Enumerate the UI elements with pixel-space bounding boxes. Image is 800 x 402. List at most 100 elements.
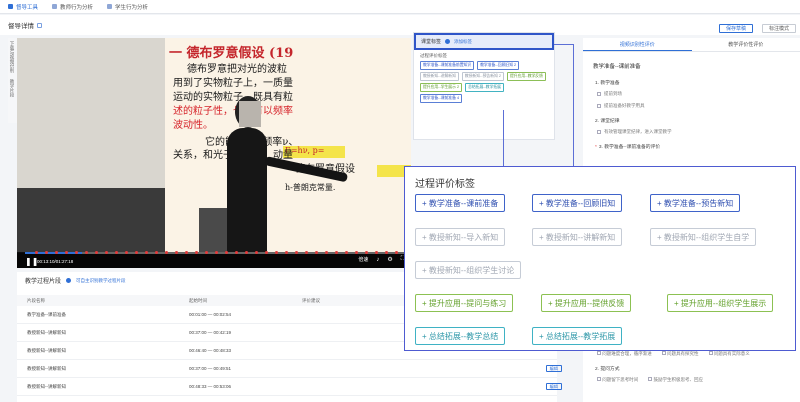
process-tag-picker: 过程评价标签 + 教学准备--课前准备 + 教学准备--回顾旧知 + 教学准备--预… [404,166,796,351]
table-row[interactable]: 教授新知--讲解新知 00:48:33 — 00:53:06 编辑 [17,378,562,396]
picker-tag[interactable]: + 教学准备--课前准备 [415,194,506,212]
segment-marker[interactable] [125,251,128,254]
option-item[interactable]: 问题留下思考时间 [597,377,638,383]
picker-tag[interactable]: + 提升应用--组织学生展示 [667,294,774,312]
edit-icon[interactable] [37,22,42,28]
slide-line: 波动性。 [173,120,213,131]
segment-marker[interactable] [245,251,248,254]
segment-marker[interactable] [385,251,388,254]
option-item[interactable]: 提前到场 [583,88,800,100]
segment-marker[interactable] [315,251,318,254]
annotation-mode-button[interactable]: 标注模式 [762,24,797,33]
segment-marker[interactable] [275,251,278,254]
picker-tag[interactable]: + 教学准备--预告新知 [650,194,741,212]
picker-tag[interactable]: + 提升应用--提问与练习 [415,294,514,312]
edit-segment-button[interactable]: 编辑 [545,365,562,372]
segment-marker[interactable] [65,251,68,254]
picker-tag[interactable]: + 教学准备--回顾旧知 [532,194,623,212]
video-player[interactable]: 一 德布罗意假设 (19 德布罗意把对光的波粒 用到了实物粒子上，一质量 运动的… [17,38,411,268]
volume-icon[interactable]: ♪ [376,257,379,263]
checkbox-icon[interactable] [597,92,601,96]
mini-tag[interactable]: 教授新知--预告新知 2 [461,72,504,81]
rail-tab-segments[interactable]: 教学片段 [8,76,16,100]
segment-marker[interactable] [35,251,38,254]
segment-marker[interactable] [95,251,98,254]
option-item[interactable]: 问题具有实际意义 [708,351,750,357]
segment-marker[interactable] [115,251,118,254]
checkbox-icon[interactable] [597,377,601,381]
rail-tab-download[interactable]: 下载与视频识别 [8,38,16,76]
segment-marker[interactable] [165,251,168,254]
picker-tag[interactable]: + 教授新知--组织学生自学 [650,228,757,246]
segment-marker[interactable] [145,251,148,254]
checkbox-icon[interactable] [661,351,666,355]
segment-marker[interactable] [175,251,178,254]
segment-marker[interactable] [295,251,298,254]
mini-tag[interactable]: 提升应用--教学反馈 [506,72,546,81]
teacher-figure [227,128,267,254]
segment-marker[interactable] [205,251,208,254]
checkbox-icon[interactable] [648,377,653,381]
segment-marker[interactable] [395,251,398,254]
segments-hint-link[interactable]: 可自主识别教学过程片段 [76,278,126,284]
segment-marker[interactable] [185,251,188,254]
add-icon[interactable] [445,39,451,44]
speed-button[interactable]: 倍速 [358,256,368,263]
nav-item-supervision-tools[interactable]: 督导工具 [8,3,38,11]
add-tag-link[interactable]: 添加标签 [454,39,472,45]
segment-marker[interactable] [155,251,158,254]
checkbox-icon[interactable] [597,130,601,134]
segment-marker[interactable] [135,251,138,254]
picker-tag[interactable]: + 提升应用--提供反馈 [541,294,632,312]
left-rail: 下载与视频识别 教学片段 [8,38,17,123]
checkbox-icon[interactable] [708,351,713,355]
option-item[interactable]: 提前准备好教学用具 [583,100,800,112]
option-item[interactable]: 问题难度合理，循序渐进 [597,351,652,357]
option-item[interactable]: 鼓励学生积极思考、回应 [648,377,703,383]
segment-marker[interactable] [105,251,108,254]
segment-marker[interactable] [235,251,238,254]
checkbox-icon[interactable] [597,104,601,108]
segment-marker[interactable] [365,251,368,254]
segment-marker[interactable] [195,251,198,254]
settings-icon[interactable]: ⚙ [387,256,392,263]
picker-tag[interactable]: + 总结拓展--教学拓展 [532,327,623,345]
checkbox-icon[interactable] [597,351,601,355]
edit-segment-button[interactable]: 编辑 [545,383,562,390]
segment-marker[interactable] [45,251,48,254]
segment-marker[interactable] [305,251,308,254]
segment-marker[interactable] [255,251,258,254]
segment-marker[interactable] [75,251,78,254]
mini-tag[interactable]: 教学准备--课前准备前置知识 [420,61,475,70]
picker-tag[interactable]: + 教授新知--组织学生讨论 [415,261,522,279]
picker-tag[interactable]: + 教授新知--讲解新知 [532,228,623,246]
nav-item-student-analysis[interactable]: 学生行为分析 [107,3,148,11]
tab-teaching-evaluation[interactable]: 教学评价性评价 [692,38,800,51]
connector-line [554,44,573,45]
segment-marker[interactable] [55,251,58,254]
segment-marker[interactable] [265,251,268,254]
table-row[interactable]: 教授新知--讲解新知 00:37:00 — 00:49:51 编辑 [17,360,562,378]
picker-tag[interactable]: + 教授新知--导入新知 [415,228,506,246]
option-item[interactable]: 问题具有探究性 [661,351,699,357]
segment-marker[interactable] [375,251,378,254]
save-draft-button[interactable]: 保存草稿 [719,24,754,33]
segment-marker[interactable] [325,251,328,254]
segment-marker[interactable] [285,251,288,254]
segment-marker[interactable] [225,251,228,254]
tab-video-evaluation[interactable]: 视频识别性评价 [583,38,692,51]
nav-item-teacher-analysis[interactable]: 教师行为分析 [52,3,93,11]
segment-marker[interactable] [215,251,218,254]
mini-tag[interactable]: 教学准备--课前准备 4 [420,94,463,103]
mini-tag[interactable]: 教授新知--讲解新知 [420,72,459,81]
segment-marker[interactable] [355,251,358,254]
segment-marker[interactable] [345,251,348,254]
mini-tag[interactable]: 提升应用--学生展示 2 [420,83,463,92]
mini-tag[interactable]: 教学准备--回顾旧知 2 [477,61,520,70]
mini-tag[interactable]: 总结拓展--教学拓展 [465,83,504,92]
progress-bar[interactable] [25,251,408,254]
segment-marker[interactable] [85,251,88,254]
picker-tag[interactable]: + 总结拓展--教学总结 [415,327,506,345]
option-item[interactable]: 有效管理课堂纪律，进入课堂教学 [583,126,800,138]
segment-marker[interactable] [335,251,338,254]
